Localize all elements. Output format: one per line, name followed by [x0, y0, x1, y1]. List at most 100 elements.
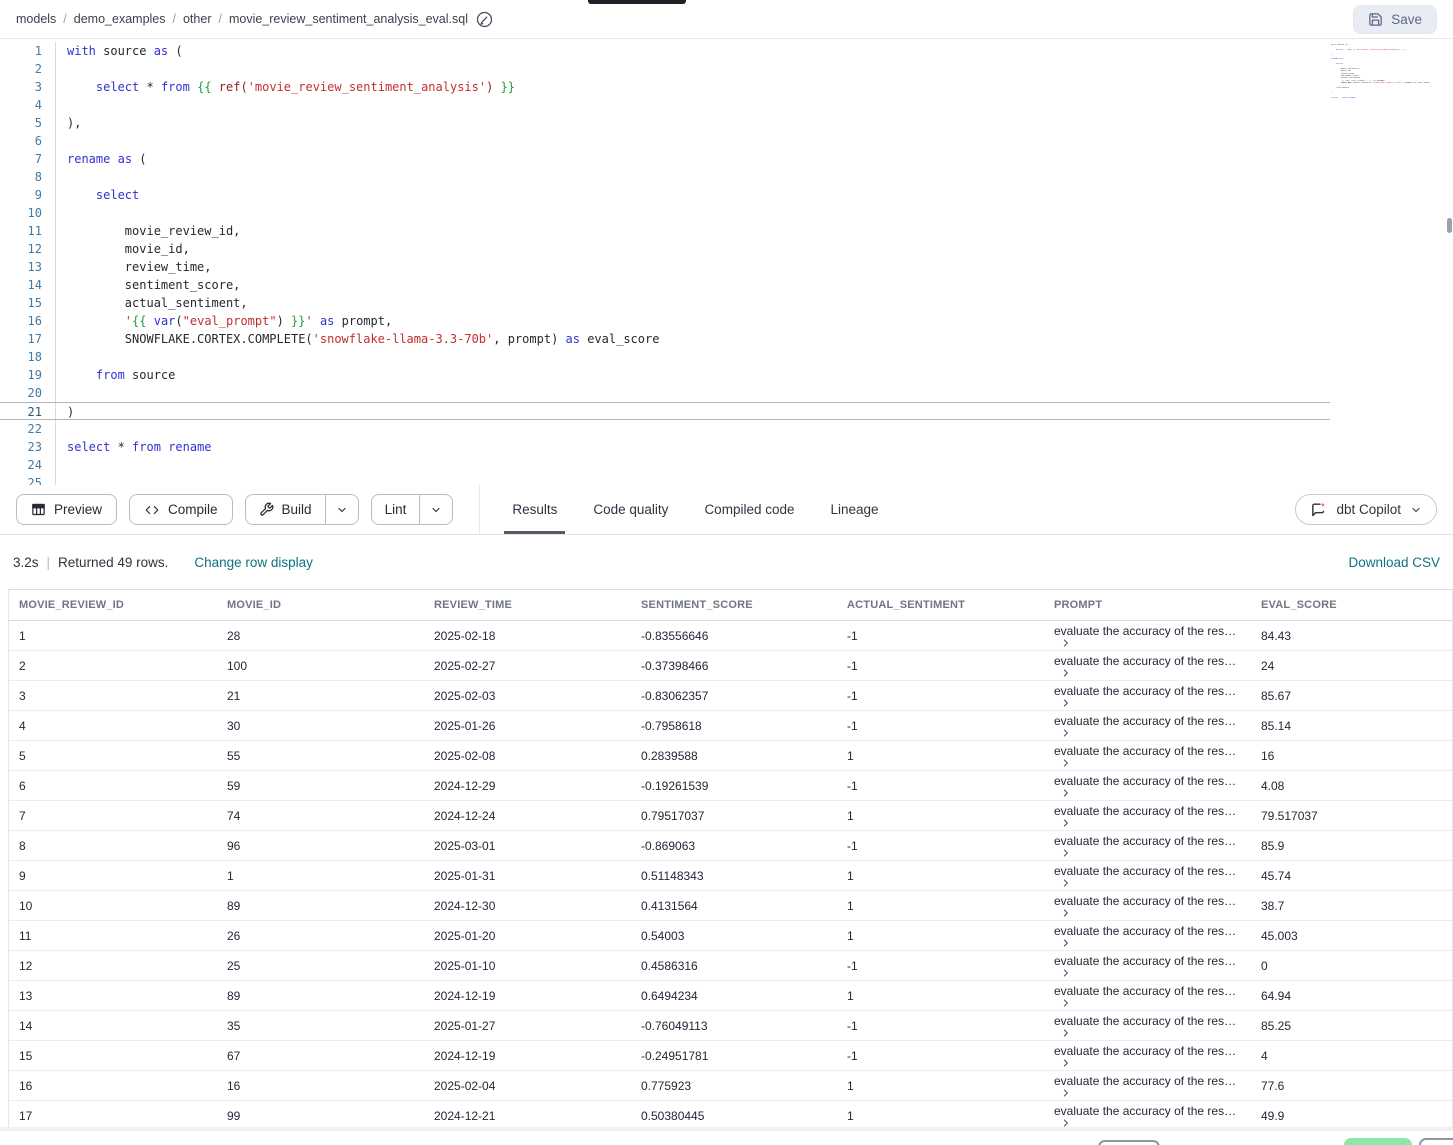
code-line[interactable]: 25: [0, 474, 1330, 485]
compile-button[interactable]: Compile: [129, 494, 233, 525]
prompt-cell-text: evaluate the accuracy of the res…: [1054, 954, 1236, 968]
code-line[interactable]: 17 SNOWFLAKE.CORTEX.COMPLETE('snowflake-…: [0, 330, 1330, 348]
prompt-expand-chevron[interactable]: [1061, 1028, 1070, 1038]
chevron-down-icon: [430, 504, 442, 516]
table-cell: 0.51148343: [631, 861, 837, 891]
tab-results[interactable]: Results: [512, 485, 557, 534]
save-button[interactable]: Save: [1353, 5, 1437, 34]
table-cell: 2025-02-04: [424, 1071, 631, 1101]
copilot-button[interactable]: dbt Copilot: [1295, 494, 1437, 525]
prompt-expand-chevron[interactable]: [1061, 998, 1070, 1008]
code-line[interactable]: 9 select: [0, 186, 1330, 204]
code-line[interactable]: 13 review_time,: [0, 258, 1330, 276]
build-icon: [259, 502, 274, 517]
breadcrumb-item[interactable]: demo_examples: [74, 12, 166, 26]
table-cell: 5: [9, 741, 217, 771]
code-line[interactable]: 24: [0, 456, 1330, 474]
eval-score-cell: 85.9: [1251, 831, 1452, 861]
edit-circle-icon[interactable]: [476, 11, 493, 28]
code-line[interactable]: 1with source as (: [0, 42, 1330, 60]
prompt-expand-chevron[interactable]: [1061, 788, 1070, 798]
code-line[interactable]: 8: [0, 168, 1330, 186]
code-line[interactable]: 2: [0, 60, 1330, 78]
table-cell: -1: [837, 1041, 1044, 1071]
lint-menu-chevron[interactable]: [419, 495, 452, 524]
prompt-expand-chevron[interactable]: [1061, 968, 1070, 978]
code-line[interactable]: 16 '{{ var("eval_prompt") }}' as prompt,: [0, 312, 1330, 330]
table-cell: 2025-03-01: [424, 831, 631, 861]
table-cell: 96: [217, 831, 424, 861]
code-line[interactable]: 18: [0, 348, 1330, 366]
prompt-expand-chevron[interactable]: [1061, 938, 1070, 948]
prompt-expand-chevron[interactable]: [1061, 668, 1070, 678]
prompt-cell-text: evaluate the accuracy of the res…: [1054, 654, 1236, 668]
prompt-expand-chevron[interactable]: [1061, 848, 1070, 858]
prompt-expand-chevron[interactable]: [1061, 878, 1070, 888]
code-line[interactable]: 11 movie_review_id,: [0, 222, 1330, 240]
bottom-partial-button[interactable]: [1419, 1138, 1453, 1145]
prompt-expand-chevron[interactable]: [1061, 698, 1070, 708]
tab-code-quality[interactable]: Code quality: [593, 485, 668, 534]
table-cell: -1: [837, 831, 1044, 861]
code-line[interactable]: 20: [0, 384, 1330, 402]
prompt-expand-chevron[interactable]: [1061, 908, 1070, 918]
code-line[interactable]: 21): [0, 402, 1330, 420]
table-row: 16162025-02-040.7759231evaluate the accu…: [9, 1071, 1452, 1101]
line-number: 10: [0, 204, 42, 222]
eval-score-cell: 24: [1251, 651, 1452, 681]
code-line[interactable]: 5),: [0, 114, 1330, 132]
code-line[interactable]: 15 actual_sentiment,: [0, 294, 1330, 312]
prompt-expand-chevron[interactable]: [1061, 1118, 1070, 1128]
code-line[interactable]: 4: [0, 96, 1330, 114]
bottom-bar: [0, 1127, 1453, 1145]
preview-label: Preview: [54, 502, 102, 517]
table-cell: 16: [217, 1071, 424, 1101]
row-count-text: Returned 49 rows.: [58, 555, 168, 570]
bottom-partial-button[interactable]: [1098, 1140, 1160, 1145]
build-menu-chevron[interactable]: [325, 495, 358, 524]
prompt-cell: evaluate the accuracy of the res…: [1044, 1101, 1251, 1131]
code-line[interactable]: 3 select * from {{ ref('movie_review_sen…: [0, 78, 1330, 96]
table-cell: 99: [217, 1101, 424, 1131]
line-number: 24: [0, 456, 42, 474]
table-cell: 1: [217, 861, 424, 891]
code-line[interactable]: 10: [0, 204, 1330, 222]
prompt-expand-chevron[interactable]: [1061, 758, 1070, 768]
prompt-cell-text: evaluate the accuracy of the res…: [1054, 1074, 1236, 1088]
prompt-expand-chevron[interactable]: [1061, 638, 1070, 648]
line-number: 22: [0, 420, 42, 438]
preview-button[interactable]: Preview: [16, 494, 117, 525]
code-line[interactable]: 23select * from rename: [0, 438, 1330, 456]
code-line[interactable]: 14 sentiment_score,: [0, 276, 1330, 294]
prompt-expand-chevron[interactable]: [1061, 818, 1070, 828]
minimap[interactable]: with source as ( select * from {{ ref('m…: [1331, 44, 1447, 104]
breadcrumb-item[interactable]: other: [183, 12, 212, 26]
breadcrumb-item[interactable]: movie_review_sentiment_analysis_eval.sql: [229, 12, 468, 26]
tab-compiled-code[interactable]: Compiled code: [704, 485, 794, 534]
download-csv-link[interactable]: Download CSV: [1348, 555, 1440, 570]
bottom-partial-green-button[interactable]: [1344, 1138, 1412, 1145]
table-cell: 25: [217, 951, 424, 981]
tab-lineage[interactable]: Lineage: [831, 485, 879, 534]
build-button[interactable]: Build: [246, 495, 325, 524]
lint-button[interactable]: Lint: [372, 495, 420, 524]
prompt-expand-chevron[interactable]: [1061, 728, 1070, 738]
breadcrumb-item[interactable]: models: [16, 12, 56, 26]
code-line[interactable]: 6: [0, 132, 1330, 150]
editor-scrollbar-thumb[interactable]: [1447, 218, 1452, 233]
prompt-expand-chevron[interactable]: [1061, 1058, 1070, 1068]
eval-score-cell: 45.003: [1251, 921, 1452, 951]
table-cell: -1: [837, 771, 1044, 801]
change-row-display-link[interactable]: Change row display: [194, 555, 313, 570]
table-cell: 2025-01-20: [424, 921, 631, 951]
code-editor[interactable]: 1with source as (23 select * from {{ ref…: [0, 40, 1453, 485]
code-line[interactable]: 7rename as (: [0, 150, 1330, 168]
table-cell: -0.37398466: [631, 651, 837, 681]
prompt-expand-chevron[interactable]: [1061, 1088, 1070, 1098]
table-cell: -1: [837, 951, 1044, 981]
toolbar: Preview Compile Build Lint R: [0, 485, 1453, 535]
code-line[interactable]: 19 from source: [0, 366, 1330, 384]
code-line[interactable]: 12 movie_id,: [0, 240, 1330, 258]
table-cell: -1: [837, 711, 1044, 741]
code-line[interactable]: 22: [0, 420, 1330, 438]
